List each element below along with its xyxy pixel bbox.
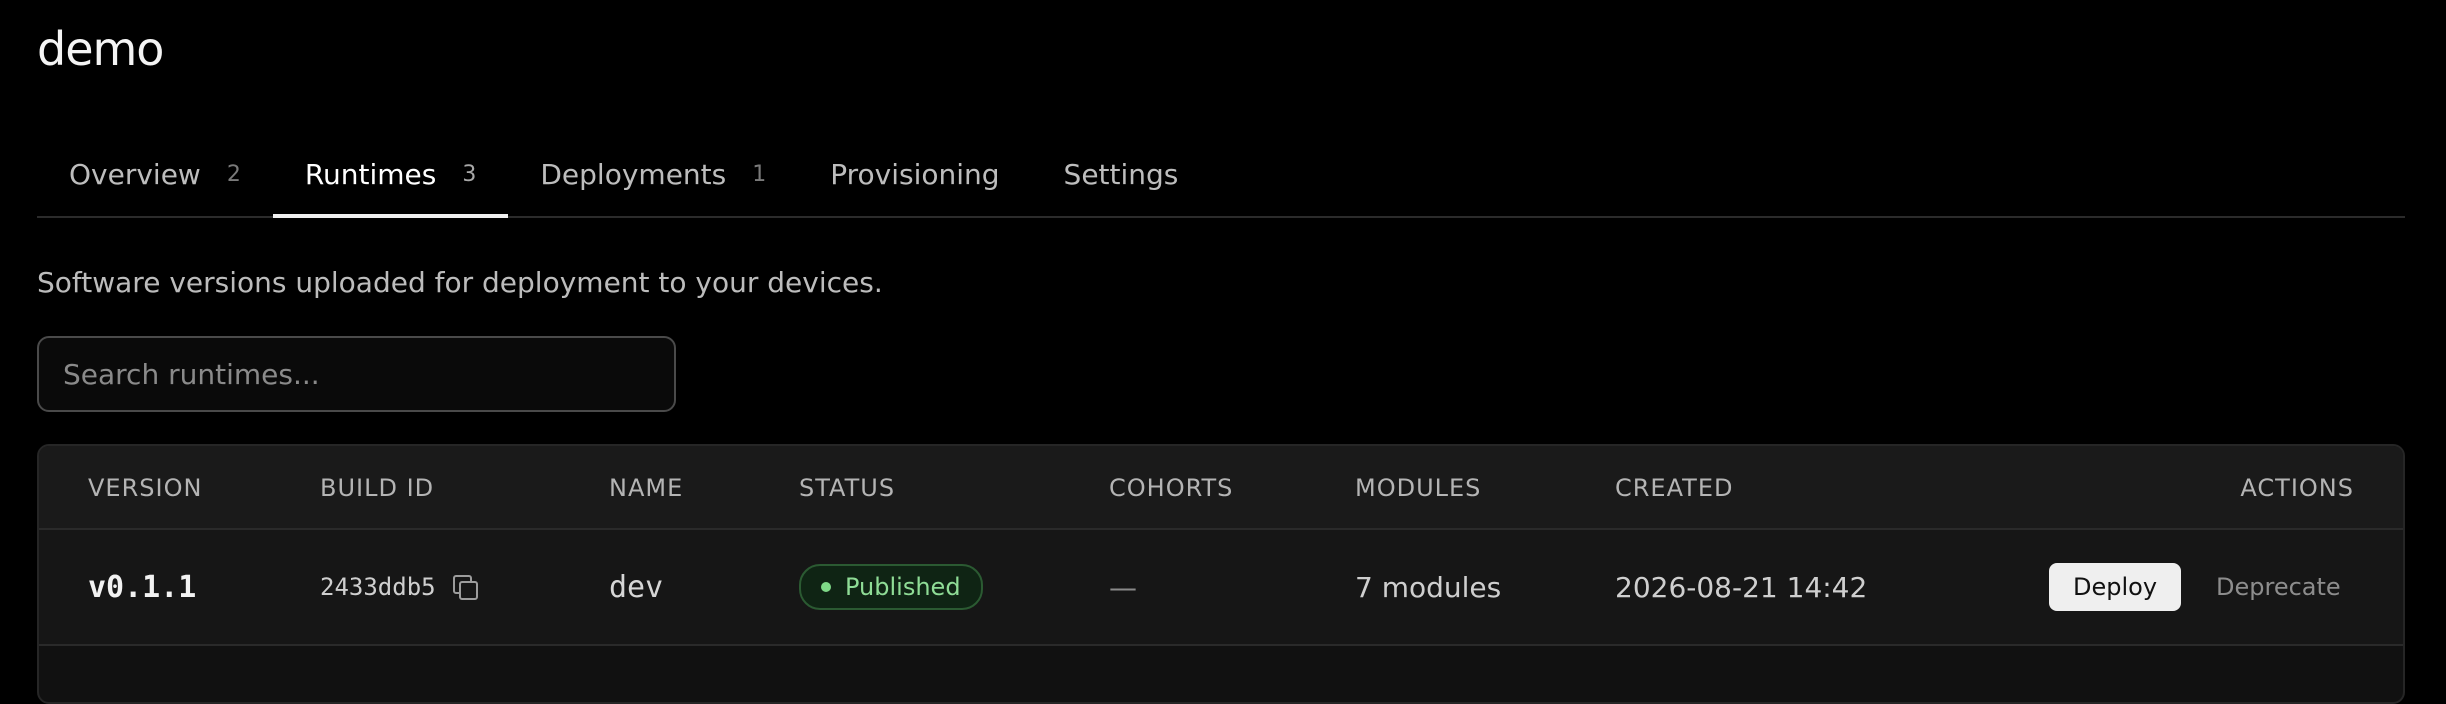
tab-count: 1 — [752, 161, 767, 187]
column-header-status: STATUS — [799, 474, 896, 502]
tab-overview[interactable]: Overview 2 — [37, 132, 273, 216]
table-header: VERSION BUILD ID NAME STATUS COHORTS MOD… — [39, 446, 2403, 530]
search-box — [37, 336, 676, 412]
status-badge: Published — [799, 564, 983, 610]
column-header-name: NAME — [609, 474, 684, 502]
build-id: 2433ddb5 — [320, 573, 436, 601]
tab-provisioning[interactable]: Provisioning — [798, 132, 1031, 216]
tab-label: Runtimes — [304, 157, 437, 191]
column-header-actions: ACTIONS — [2240, 474, 2354, 502]
tab-label: Overview — [69, 157, 201, 191]
search-input[interactable] — [39, 357, 674, 391]
tab-label: Deployments — [540, 157, 727, 191]
copy-icon[interactable] — [452, 574, 478, 600]
deprecate-button[interactable]: Deprecate — [2216, 573, 2341, 601]
actions-cell-secondary: Deprecate — [2216, 530, 2341, 644]
runtime-name: dev — [609, 569, 664, 605]
created-cell: 2026-08-21 14:42 — [1615, 530, 1867, 644]
deploy-button[interactable]: Deploy — [2049, 563, 2182, 611]
tab-count: 2 — [226, 161, 241, 187]
column-header-version: VERSION — [88, 474, 203, 502]
status-dot-icon — [821, 582, 831, 592]
table-row[interactable]: v0.1.1 2433ddb5 dev Published — 7 module… — [39, 530, 2403, 646]
tab-deployments[interactable]: Deployments 1 — [508, 132, 798, 216]
page-description: Software versions uploaded for deploymen… — [37, 266, 883, 299]
cohorts-cell: — — [1109, 530, 1137, 644]
tab-label: Provisioning — [830, 157, 1000, 191]
tab-label: Settings — [1063, 157, 1179, 191]
modules-cell: 7 modules — [1355, 530, 1501, 644]
column-header-created: CREATED — [1615, 474, 1734, 502]
runtimes-table: VERSION BUILD ID NAME STATUS COHORTS MOD… — [37, 444, 2405, 704]
column-header-modules: MODULES — [1355, 474, 1482, 502]
page-title: demo — [37, 22, 164, 76]
actions-cell: Deploy — [2049, 530, 2182, 644]
column-header-cohorts: COHORTS — [1109, 474, 1234, 502]
tab-bar: Overview 2 Runtimes 3 Deployments 1 Prov… — [37, 132, 2405, 218]
runtime-version: v0.1.1 — [88, 569, 197, 605]
status-label: Published — [845, 573, 961, 601]
tab-count: 3 — [462, 161, 477, 187]
column-header-build-id: BUILD ID — [320, 474, 435, 502]
name-cell: dev — [609, 530, 663, 644]
status-cell: Published — [799, 530, 983, 644]
modules-count: 7 modules — [1355, 570, 1502, 604]
tab-runtimes[interactable]: Runtimes 3 — [272, 132, 509, 218]
created-timestamp: 2026-08-21 14:42 — [1615, 570, 1868, 604]
version-cell: v0.1.1 — [88, 530, 196, 644]
cohorts-value: — — [1109, 570, 1137, 604]
build-id-cell: 2433ddb5 — [320, 530, 478, 644]
tab-settings[interactable]: Settings — [1032, 132, 1211, 216]
